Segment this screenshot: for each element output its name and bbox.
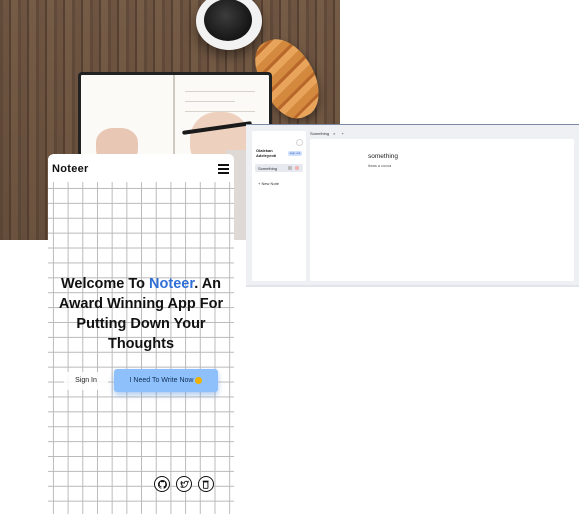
notes-sidebar: Olalekan Adeleyeoti sign out Something + … xyxy=(252,131,306,281)
tab-something[interactable]: Something × xyxy=(310,131,335,136)
add-tab-icon[interactable]: + xyxy=(341,131,343,136)
sign-out-button[interactable]: sign out xyxy=(288,151,302,156)
delete-icon[interactable] xyxy=(295,166,299,170)
edit-icon[interactable] xyxy=(288,166,292,170)
sign-in-button[interactable]: Sign In xyxy=(64,372,108,390)
hamburger-menu-icon[interactable] xyxy=(218,164,229,176)
note-title: Something xyxy=(258,165,278,171)
write-now-button[interactable]: I Need To Write Now xyxy=(114,369,218,392)
headline-prefix: Welcome To xyxy=(60,276,150,292)
brand-logo[interactable]: Noteer xyxy=(52,163,89,175)
new-note-button[interactable]: + New Note xyxy=(258,181,279,186)
github-icon[interactable] xyxy=(154,476,170,492)
tab-bar: Something × + xyxy=(310,129,344,137)
tab-label: Something xyxy=(310,130,330,136)
grinning-emoji-icon xyxy=(195,376,203,384)
write-now-label: I Need To Write Now xyxy=(129,377,194,384)
tab-close-icon[interactable]: × xyxy=(333,131,335,136)
notebook-line xyxy=(185,91,255,92)
notification-icon[interactable] xyxy=(296,139,303,146)
note-list-item[interactable]: Something xyxy=(255,164,303,172)
notebook-line xyxy=(185,101,235,102)
headline-brand: Noteer xyxy=(149,276,195,292)
document-body[interactable]: Itwas a cocoa xyxy=(368,164,391,168)
document-title[interactable]: something xyxy=(368,153,398,160)
editor-pane[interactable]: something Itwas a cocoa xyxy=(310,139,574,281)
hero-headline: Welcome To Noteer. An Award Winning App … xyxy=(54,274,228,354)
mobile-header: Noteer xyxy=(48,154,234,182)
social-links xyxy=(154,476,214,492)
user-name: Olalekan Adeleyeoti xyxy=(256,148,286,158)
coffee xyxy=(204,0,252,41)
coffee-icon[interactable] xyxy=(198,476,214,492)
desktop-mockup: Olalekan Adeleyeoti sign out Something + … xyxy=(246,124,579,287)
mobile-mockup: Noteer Welcome To Noteer. An Award Winni… xyxy=(48,154,234,514)
user-last-name: Adeleyeoti xyxy=(256,153,277,158)
twitter-icon[interactable] xyxy=(176,476,192,492)
